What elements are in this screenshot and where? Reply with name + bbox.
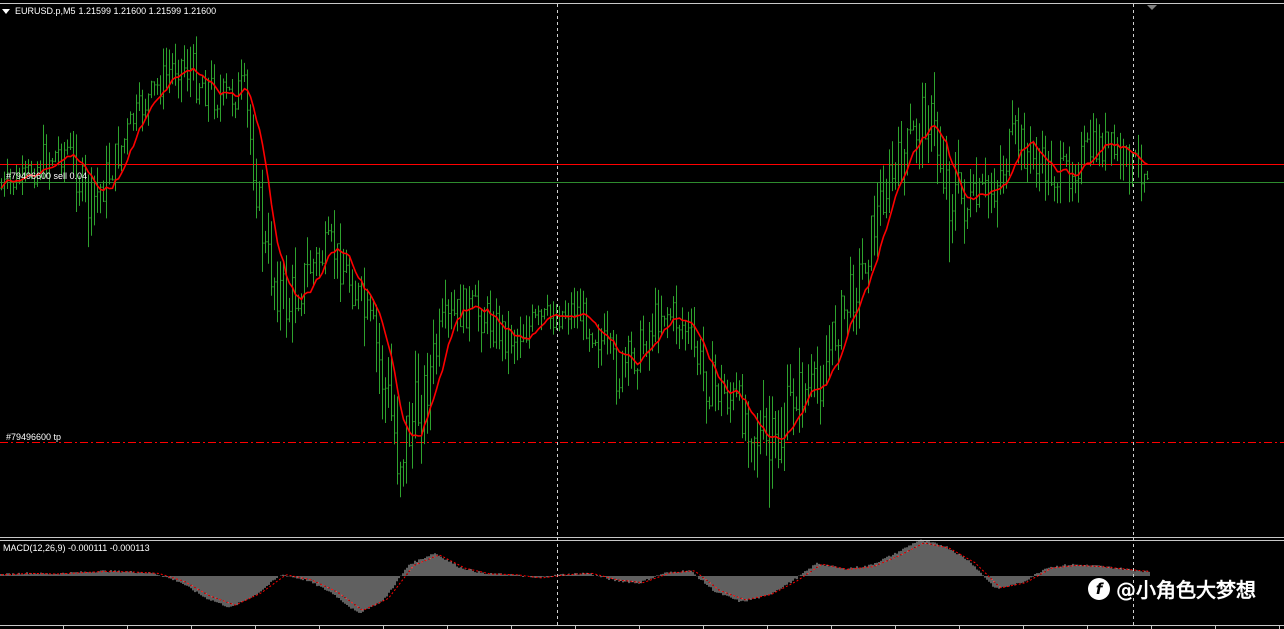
watermark-text: @小角色大梦想 bbox=[1116, 578, 1256, 602]
symbol-header[interactable]: EURUSD.p,M5 1.21599 1.21600 1.21599 1.21… bbox=[2, 6, 216, 16]
ohlc-values: 1.21599 1.21600 1.21599 1.21600 bbox=[78, 6, 217, 16]
macd-title: MACD(12,26,9) -0.000111 -0.000113 bbox=[3, 543, 150, 553]
watermark: f @小角色大梦想 bbox=[1088, 574, 1256, 603]
symbol-name: EURUSD.p,M5 bbox=[15, 6, 76, 16]
sell-order-label: #79496600 sell 0.04 bbox=[6, 171, 88, 181]
triangle-down-icon[interactable] bbox=[2, 8, 10, 14]
chart-background bbox=[0, 0, 1284, 629]
take-profit-label: #79496600 tp bbox=[6, 432, 62, 442]
toutiao-logo-icon: f bbox=[1088, 577, 1110, 600]
price-chart[interactable] bbox=[0, 0, 1284, 629]
